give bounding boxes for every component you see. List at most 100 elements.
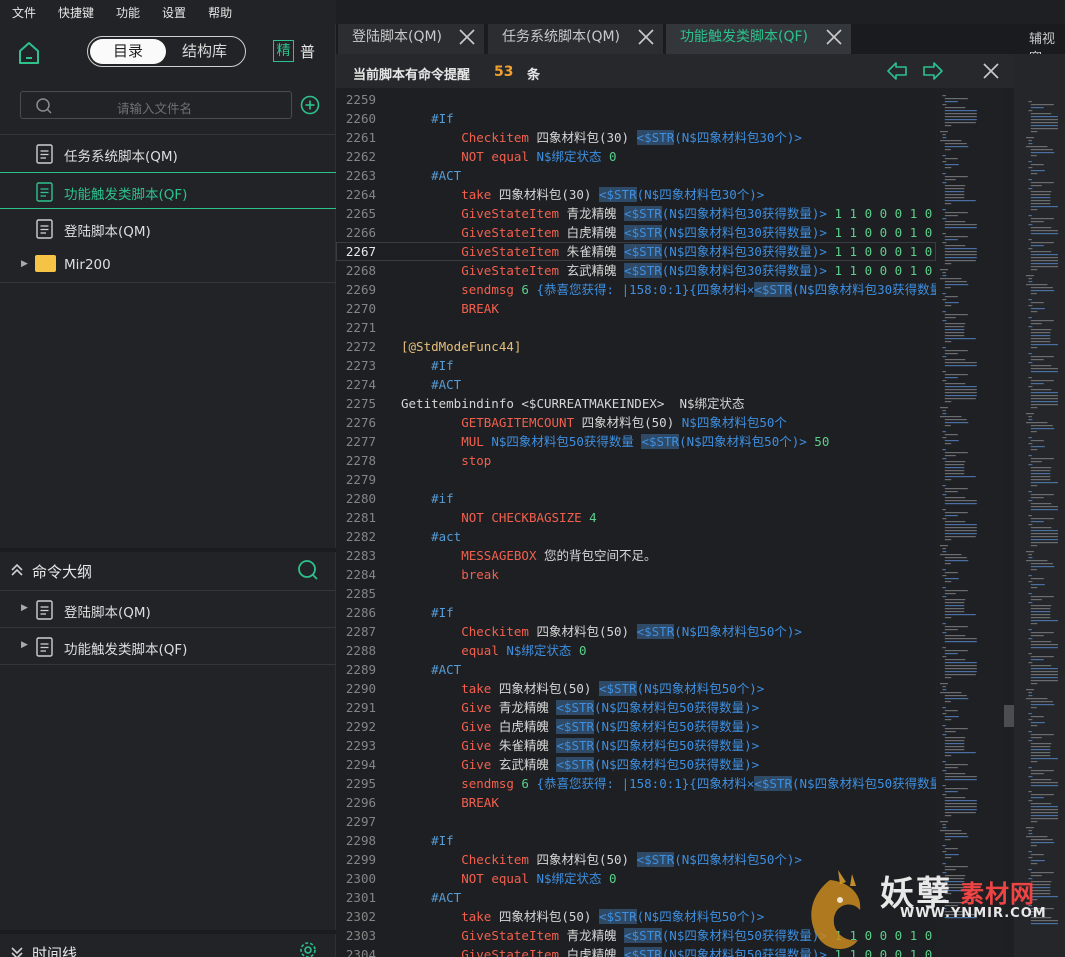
outline-item-login[interactable]: ▶ 登陆脚本(QM) <box>0 591 336 628</box>
close-icon[interactable] <box>982 62 1000 84</box>
collapse-icon[interactable] <box>10 563 24 581</box>
minimap-line <box>1030 290 1055 292</box>
tab-directory[interactable]: 目录 <box>90 39 166 64</box>
minimap-line <box>1028 800 1033 802</box>
menu-shortcuts[interactable]: 快捷键 <box>58 4 94 21</box>
file-item-trigger-script[interactable]: 功能触发类脚本(QF) <box>0 172 336 209</box>
vertical-scrollbar[interactable] <box>1002 88 1014 957</box>
code-line[interactable]: 2296 BREAK <box>336 793 936 812</box>
close-icon[interactable] <box>825 28 843 55</box>
view-switch: 目录 结构库 <box>87 36 246 67</box>
code-line[interactable]: 2281 NOT CHECKBAGSIZE 4 <box>336 508 936 527</box>
code-text: MUL N$四象材料包50获得数量 <$STR(N$四象材料包50个)> 50 <box>401 434 829 449</box>
outline-item-trigger[interactable]: ▶ 功能触发类脚本(QF) <box>0 628 336 665</box>
code-line[interactable]: 2289 #ACT <box>336 660 936 679</box>
code-line[interactable]: 2283 MESSAGEBOX 您的背包空间不足。 <box>336 546 936 565</box>
code-line[interactable]: 2282 #act <box>336 527 936 546</box>
menu-file[interactable]: 文件 <box>12 4 36 21</box>
menu-settings[interactable]: 设置 <box>162 4 186 21</box>
code-line[interactable]: 2293 Give 朱雀精魄 <$STR(N$四象材料包50获得数量)> <box>336 736 936 755</box>
code-line[interactable]: 2285 <box>336 584 936 603</box>
minimap-line <box>1030 707 1037 709</box>
code-line[interactable]: 2290 take 四象材料包(50) <$STR(N$四象材料包50个)> <box>336 679 936 698</box>
code-line[interactable]: 2286 #If <box>336 603 936 622</box>
folder-item-mir200[interactable]: ▶ Mir200 <box>0 247 336 284</box>
minimap-line <box>942 518 947 520</box>
code-line[interactable]: 2269 sendmsg 6 {恭喜您获得: |158:0:1}{四象材料×<$… <box>336 280 936 299</box>
tab-login-script[interactable]: 登陆脚本(QM) <box>338 24 484 54</box>
line-number: 2302 <box>345 909 376 924</box>
code-line[interactable]: 2278 stop <box>336 451 936 470</box>
minimap-line <box>1028 524 1033 526</box>
outline-search-icon[interactable] <box>297 559 319 585</box>
code-text: #If <box>401 358 454 373</box>
tab-task-script[interactable]: 任务系统脚本(QM) <box>488 24 663 54</box>
code-line[interactable]: 2298 #If <box>336 831 936 850</box>
code-line[interactable]: 2260 #If <box>336 109 936 128</box>
code-line[interactable]: 2295 sendmsg 6 {恭喜您获得: |158:0:1}{四象材料×<$… <box>336 774 936 793</box>
add-file-icon[interactable] <box>300 95 320 119</box>
minimap-line <box>1030 206 1058 208</box>
code-line[interactable]: 2288 equal N$绑定状态 0 <box>336 641 936 660</box>
code-line[interactable]: 2284 break <box>336 565 936 584</box>
file-item-login-script[interactable]: 登陆脚本(QM) <box>0 210 336 247</box>
code-line[interactable]: 2261 Checkitem 四象材料包(30) <$STR(N$四象材料包30… <box>336 128 936 147</box>
code-line[interactable]: 2259 <box>336 90 936 109</box>
minimap-line <box>1030 497 1044 499</box>
minimap-line <box>942 218 947 220</box>
code-line[interactable]: 2265 GiveStateItem 青龙精魄 <$STR(N$四象材料包30获… <box>336 204 936 223</box>
minimap-line <box>944 236 968 238</box>
code-line[interactable]: 2297 <box>336 812 936 831</box>
menu-functions[interactable]: 功能 <box>116 4 140 21</box>
expand-arrow-icon[interactable]: ▶ <box>21 259 28 269</box>
expand-arrow-icon[interactable]: ▶ <box>21 603 28 613</box>
code-line[interactable]: 2268 GiveStateItem 玄武精魄 <$STR(N$四象材料包30获… <box>336 261 936 280</box>
code-line[interactable]: 2270 BREAK <box>336 299 936 318</box>
code-line[interactable]: 2271 <box>336 318 936 337</box>
code-line[interactable]: 2274 #ACT <box>336 375 936 394</box>
code-line[interactable]: 2267 GiveStateItem 朱雀精魄 <$STR(N$四象材料包30获… <box>336 242 936 261</box>
code-line[interactable]: 2273 #If <box>336 356 936 375</box>
minimap-line <box>1028 167 1033 169</box>
minimap[interactable] <box>936 88 1002 957</box>
file-search-field[interactable]: 请输入文件名 <box>20 91 292 119</box>
mode-normal-button[interactable]: 普 <box>300 41 315 62</box>
close-icon[interactable] <box>458 28 476 55</box>
gear-icon[interactable] <box>298 940 318 957</box>
collapse-icon[interactable] <box>10 946 24 957</box>
menu-help[interactable]: 帮助 <box>208 4 232 21</box>
code-line[interactable]: 2277 MUL N$四象材料包50获得数量 <$STR(N$四象材料包50个)… <box>336 432 936 451</box>
code-line[interactable]: 2280 #if <box>336 489 936 508</box>
mode-precise-button[interactable]: 精 <box>273 40 294 62</box>
code-line[interactable]: 2291 Give 青龙精魄 <$STR(N$四象材料包50获得数量)> <box>336 698 936 717</box>
code-area[interactable]: 2259 2260 #If 2261 Checkitem 四象材料包(30) <$S… <box>336 88 936 957</box>
code-line[interactable]: 2262 NOT equal N$绑定状态 0 <box>336 147 936 166</box>
arrow-left-icon[interactable] <box>886 60 908 86</box>
expand-arrow-icon[interactable]: ▶ <box>21 640 28 650</box>
code-line[interactable]: 2292 Give 白虎精魄 <$STR(N$四象材料包50获得数量)> <box>336 717 936 736</box>
code-line[interactable]: 2266 GiveStateItem 白虎精魄 <$STR(N$四象材料包30获… <box>336 223 936 242</box>
code-text: GETBAGITEMCOUNT 四象材料包(50) N$四象材料包50个 <box>401 415 787 430</box>
home-icon[interactable] <box>16 40 42 66</box>
code-line[interactable]: 2272 [@StdModeFunc44] <box>336 337 936 356</box>
tab-trigger-script[interactable]: 功能触发类脚本(QF) <box>666 24 851 54</box>
code-line[interactable]: 2287 Checkitem 四象材料包(50) <$STR(N$四象材料包50… <box>336 622 936 641</box>
code-line[interactable]: 2276 GETBAGITEMCOUNT 四象材料包(50) N$四象材料包50… <box>336 413 936 432</box>
code-line[interactable]: 2263 #ACT <box>336 166 936 185</box>
code-line[interactable]: 2275 Getitembindinfo <$CURREATMAKEINDEX> … <box>336 394 936 413</box>
minimap-line <box>1028 731 1032 733</box>
minimap-line <box>940 830 962 832</box>
minimap-line <box>944 341 952 343</box>
close-icon[interactable] <box>637 28 655 55</box>
code-line[interactable]: 2294 Give 玄武精魄 <$STR(N$四象材料包50获得数量)> <box>336 755 936 774</box>
scrollbar-thumb[interactable] <box>1004 705 1014 727</box>
code-line[interactable]: 2279 <box>336 470 936 489</box>
file-item-task-script[interactable]: 任务系统脚本(QM) <box>0 135 336 172</box>
tab-structure-library[interactable]: 结构库 <box>166 39 243 64</box>
code-line[interactable]: 2264 take 四象材料包(30) <$STR(N$四象材料包30个)> <box>336 185 936 204</box>
code-token: 青龙精魄 <box>559 206 625 221</box>
arrow-right-icon[interactable] <box>922 60 944 86</box>
code-token: (N$四象材料包30获得数量)> <box>661 244 827 259</box>
